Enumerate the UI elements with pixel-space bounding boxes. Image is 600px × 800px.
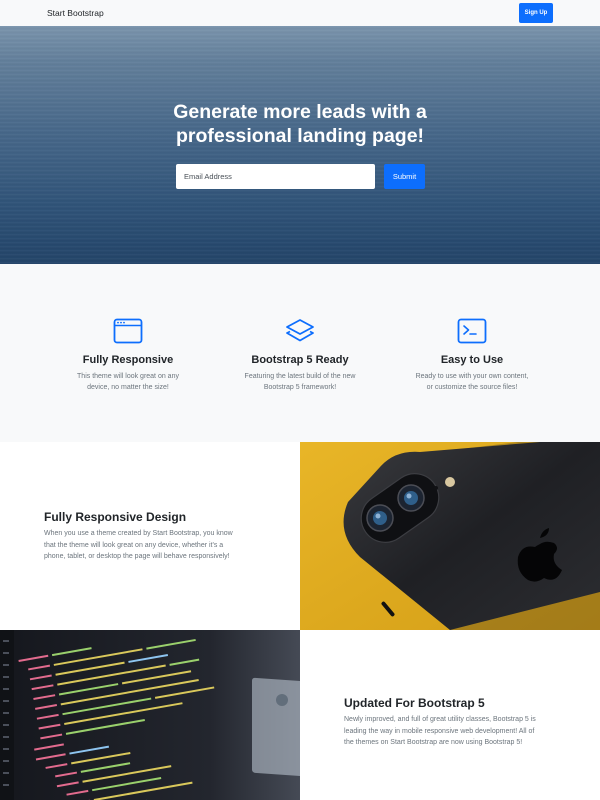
feature-fully-responsive: Fully Responsive This theme will look gr…	[48, 318, 208, 393]
showcase-description: Newly improved, and full of great utilit…	[344, 716, 536, 746]
terminal-icon	[457, 318, 487, 344]
phone-photo	[300, 442, 600, 630]
signup-form: Submit	[176, 164, 425, 189]
email-input[interactable]	[176, 164, 375, 189]
showcase-description: When you use a theme created by Start Bo…	[44, 530, 233, 560]
features-section: Fully Responsive This theme will look gr…	[0, 264, 600, 442]
feature-title: Fully Responsive	[82, 354, 174, 366]
showcase-row-responsive: Fully Responsive Design When you use a t…	[0, 442, 600, 630]
code-photo	[0, 630, 300, 800]
showcase-row-bootstrap: Updated For Bootstrap 5 Newly improved, …	[0, 630, 600, 800]
showcase-title: Updated For Bootstrap 5	[344, 696, 485, 710]
showcase-text: Updated For Bootstrap 5 Newly improved, …	[300, 630, 600, 800]
showcase-title: Fully Responsive Design	[44, 510, 187, 524]
feature-title: Easy to Use	[440, 354, 504, 366]
feature-bootstrap-ready: Bootstrap 5 Ready Featuring the latest b…	[220, 318, 380, 393]
hero-title: Generate more leads with a professional …	[0, 100, 600, 148]
hero-title-line: professional landing page!	[175, 125, 425, 147]
navbar: Start Bootstrap Sign Up	[0, 0, 600, 26]
sign-up-button[interactable]: Sign Up	[519, 3, 553, 23]
phone-image	[300, 442, 600, 630]
showcase-text: Fully Responsive Design When you use a t…	[0, 442, 300, 630]
submit-button[interactable]: Submit	[384, 164, 425, 189]
brand-link[interactable]: Start Bootstrap	[47, 8, 104, 18]
feature-easy-to-use: Easy to Use Ready to use with your own c…	[392, 318, 552, 393]
feature-description: Featuring the latest build of the new Boo…	[244, 373, 356, 391]
hero-section: Generate more leads with a professional …	[0, 26, 600, 264]
hero-title-line: Generate more leads with a	[173, 101, 427, 123]
code-image	[0, 630, 300, 800]
feature-title: Bootstrap 5 Ready	[251, 354, 349, 366]
window-icon	[113, 318, 143, 344]
feature-description: Ready to use with your own content, or cu…	[415, 373, 529, 391]
layers-icon	[286, 319, 314, 342]
feature-description: This theme will look great on any device,…	[77, 373, 179, 391]
